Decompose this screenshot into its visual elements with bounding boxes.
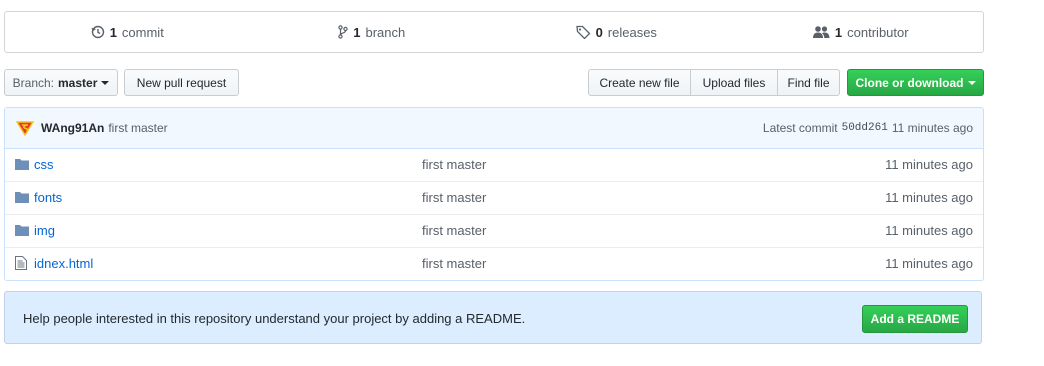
file-name-link[interactable]: css xyxy=(34,157,54,172)
file-age: 11 minutes ago xyxy=(885,223,973,238)
branches-stat[interactable]: 1 branch xyxy=(250,25,495,40)
folder-icon xyxy=(15,224,29,239)
clone-or-download-button[interactable]: Clone or download xyxy=(847,69,984,96)
avatar[interactable] xyxy=(15,120,41,136)
table-row[interactable]: img first master 11 minutes ago xyxy=(5,214,983,247)
file-age: 11 minutes ago xyxy=(885,256,973,271)
contributors-count: 1 xyxy=(834,24,843,40)
readme-prompt-text: Help people interested in this repositor… xyxy=(23,311,526,326)
branch-prefix: Branch: xyxy=(12,75,54,90)
table-row[interactable]: idnex.html first master 11 minutes ago xyxy=(5,247,983,280)
add-readme-button[interactable]: Add a README xyxy=(862,305,968,333)
file-age: 11 minutes ago xyxy=(885,190,973,205)
readme-prompt: Help people interested in this repositor… xyxy=(4,291,982,344)
file-table: WAng91An first master Latest commit 50dd… xyxy=(4,107,984,281)
folder-icon xyxy=(15,158,29,173)
new-pull-request-button[interactable]: New pull request xyxy=(124,69,239,96)
commits-label: commit xyxy=(121,24,164,40)
branch-select-button[interactable]: Branch: master xyxy=(4,69,118,96)
commit-tease: WAng91An first master Latest commit 50dd… xyxy=(5,108,983,149)
branches-label: branch xyxy=(365,24,406,40)
releases-stat[interactable]: 0 releases xyxy=(494,25,739,40)
history-icon xyxy=(91,25,105,39)
releases-label: releases xyxy=(607,24,657,40)
commit-author[interactable]: WAng91An xyxy=(41,121,104,135)
people-icon xyxy=(812,25,830,39)
commits-count: 1 xyxy=(109,24,117,40)
file-name-link[interactable]: idnex.html xyxy=(34,256,93,271)
releases-count: 0 xyxy=(595,24,603,40)
file-commit-message[interactable]: first master xyxy=(422,223,486,238)
file-navigation-toolbar: Branch: master New pull request Create n… xyxy=(4,69,984,98)
chevron-down-icon xyxy=(967,81,976,85)
repo-stats-bar: 1 commit 1 branch 0 releases 1 contribut… xyxy=(4,11,984,53)
file-icon xyxy=(15,256,27,273)
git-branch-icon xyxy=(338,25,348,39)
file-commit-message[interactable]: first master xyxy=(422,157,486,172)
contributors-stat[interactable]: 1 contributor xyxy=(739,25,984,40)
upload-files-button[interactable]: Upload files xyxy=(690,69,778,96)
chevron-down-icon xyxy=(101,81,110,85)
file-commit-message[interactable]: first master xyxy=(422,190,486,205)
commit-sha[interactable]: 50dd261 xyxy=(842,122,888,134)
clone-or-download-label: Clone or download xyxy=(855,75,964,90)
table-row[interactable]: fonts first master 11 minutes ago xyxy=(5,181,983,214)
tag-icon xyxy=(575,25,591,39)
file-name-link[interactable]: fonts xyxy=(34,190,62,205)
create-new-file-button[interactable]: Create new file xyxy=(588,69,691,96)
find-file-button[interactable]: Find file xyxy=(777,69,840,96)
commit-message[interactable]: first master xyxy=(108,121,167,135)
commit-age: 11 minutes ago xyxy=(891,121,973,135)
contributors-label: contributor xyxy=(847,24,909,40)
folder-icon xyxy=(15,191,29,206)
commits-stat[interactable]: 1 commit xyxy=(5,25,250,40)
branches-count: 1 xyxy=(353,24,361,40)
file-commit-message[interactable]: first master xyxy=(422,256,486,271)
file-age: 11 minutes ago xyxy=(885,157,973,172)
branch-name: master xyxy=(58,75,98,90)
latest-commit-prefix: Latest commit xyxy=(762,121,838,135)
table-row[interactable]: css first master 11 minutes ago xyxy=(5,149,983,181)
file-name-link[interactable]: img xyxy=(34,223,55,238)
latest-commit-info: Latest commit 50dd261 11 minutes ago xyxy=(763,108,973,148)
